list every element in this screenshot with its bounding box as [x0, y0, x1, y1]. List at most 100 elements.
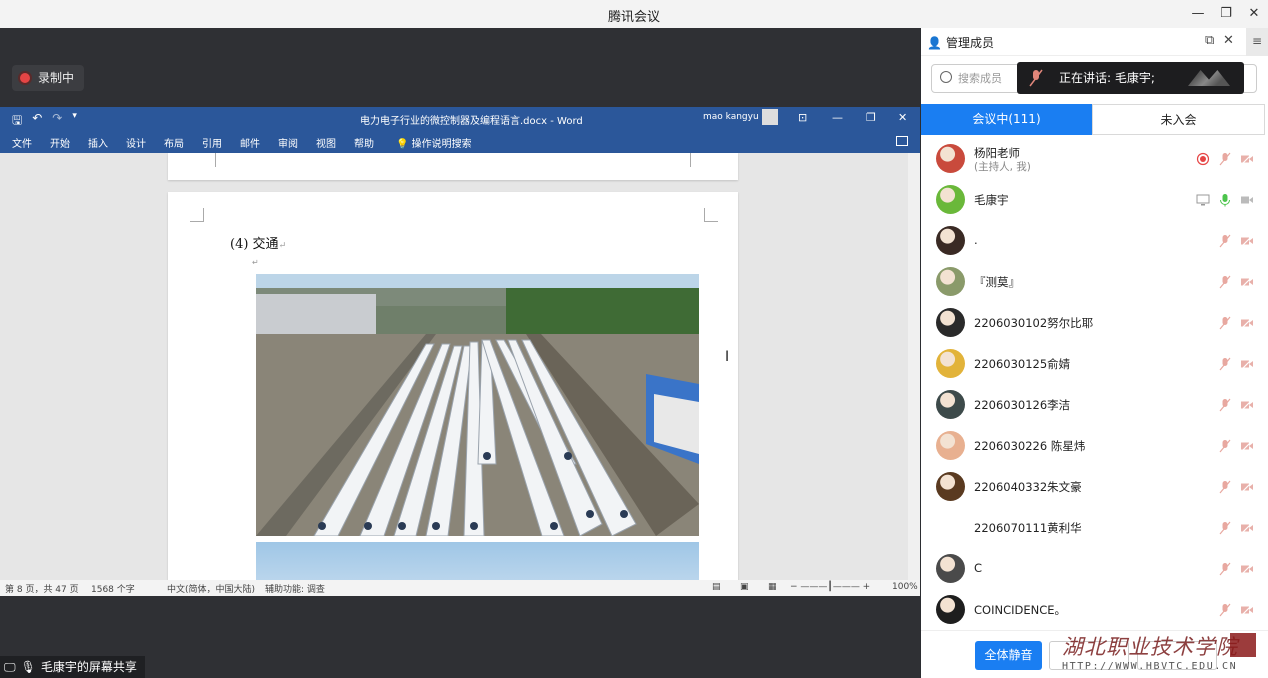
avatar: [936, 308, 965, 337]
camera-off-icon[interactable]: [1240, 480, 1254, 494]
panel-header: 👤 管理成员 ⧉ ✕ ≡: [921, 28, 1268, 56]
avatar: [936, 431, 965, 460]
word-close-icon[interactable]: ✕: [898, 111, 907, 124]
document-canvas[interactable]: (4) 交通↵ ↵ I: [0, 153, 908, 596]
avatar: [936, 267, 965, 296]
tell-me-search[interactable]: 💡 操作说明搜索: [396, 135, 472, 150]
camera-off-icon[interactable]: [1240, 439, 1254, 453]
tab-not-joined[interactable]: 未入会: [1092, 104, 1265, 135]
member-row[interactable]: 杨阳老师 (主持人, 我): [921, 138, 1268, 179]
restore-icon[interactable]: ❐: [1215, 3, 1237, 25]
member-name: 2206030102努尔比耶: [974, 316, 1094, 330]
tab-references[interactable]: 引用: [202, 135, 222, 150]
word-restore-icon[interactable]: ❐: [866, 111, 876, 124]
member-row[interactable]: 2206030102努尔比耶: [921, 302, 1268, 343]
mic-muted-icon[interactable]: [1218, 603, 1232, 617]
zoom-slider[interactable]: − ———┃——— +: [790, 582, 870, 592]
tab-file[interactable]: 文件: [12, 135, 32, 150]
member-name: 2206040332朱文豪: [974, 480, 1082, 494]
mic-muted-icon[interactable]: [1218, 152, 1232, 166]
recording-icon[interactable]: [1196, 152, 1210, 166]
tab-home[interactable]: 开始: [50, 135, 70, 150]
tab-help[interactable]: 帮助: [354, 135, 374, 150]
screen-share-icon[interactable]: [1196, 193, 1210, 207]
recording-indicator[interactable]: 录制中: [12, 65, 85, 91]
camera-icon[interactable]: [1240, 193, 1254, 207]
app-title-bar: 腾讯会议 — ❐ ✕: [0, 0, 1268, 28]
mic-muted-icon[interactable]: [1218, 480, 1232, 494]
word-status-bar: 第 8 页，共 47 页 1568 个字 中文(简体，中国大陆) 辅助功能: 调…: [0, 580, 920, 596]
search-icon: [940, 71, 952, 83]
user-avatar[interactable]: [762, 109, 778, 125]
tab-design[interactable]: 设计: [126, 135, 146, 150]
mic-muted-icon[interactable]: [1218, 521, 1232, 535]
mic-muted-icon[interactable]: [1218, 562, 1232, 576]
member-row[interactable]: C: [921, 548, 1268, 589]
mic-muted-icon[interactable]: [1218, 275, 1232, 289]
member-name: .: [974, 233, 978, 247]
mic-muted-icon[interactable]: [1218, 316, 1232, 330]
tab-view[interactable]: 视图: [316, 135, 336, 150]
panel-menu-icon[interactable]: ≡: [1246, 28, 1268, 56]
tab-review[interactable]: 审阅: [278, 135, 298, 150]
member-name: 2206030126李洁: [974, 398, 1071, 412]
member-row[interactable]: 2206030126李洁: [921, 384, 1268, 425]
tab-layout[interactable]: 布局: [164, 135, 184, 150]
redo-icon[interactable]: ↷: [52, 111, 62, 132]
member-row[interactable]: .: [921, 220, 1268, 261]
ribbon-tabs: 文件 开始 插入 设计 布局 引用 邮件 审阅 视图 帮助 💡 操作说明搜索: [12, 135, 472, 150]
word-minimize-icon[interactable]: —: [832, 111, 843, 124]
word-count[interactable]: 1568 个字: [91, 582, 135, 595]
save-icon[interactable]: 🖫: [12, 111, 22, 132]
member-row[interactable]: 2206070111黄利华: [921, 507, 1268, 548]
panel-title-text: 管理成员: [945, 36, 994, 50]
close-icon[interactable]: ✕: [1243, 3, 1265, 25]
railway-photo[interactable]: [256, 274, 699, 536]
camera-off-icon[interactable]: [1240, 234, 1254, 248]
customize-icon[interactable]: ▾: [72, 111, 77, 132]
vertical-scrollbar[interactable]: [908, 153, 920, 580]
mic-muted-icon[interactable]: [1218, 357, 1232, 371]
panel-close-icon[interactable]: ✕: [1223, 33, 1234, 48]
avatar: [936, 472, 965, 501]
ribbon-display-icon[interactable]: ⊡: [798, 111, 807, 124]
member-row[interactable]: 2206040332朱文豪: [921, 466, 1268, 507]
language-status[interactable]: 中文(简体，中国大陆): [167, 582, 255, 595]
member-row[interactable]: COINCIDENCE。: [921, 589, 1268, 630]
web-layout-icon[interactable]: ▦: [768, 582, 777, 592]
mic-active-icon[interactable]: [1218, 193, 1232, 207]
member-name: C: [974, 561, 983, 575]
print-layout-icon[interactable]: ▣: [740, 582, 749, 592]
mute-all-button[interactable]: 全体静音: [975, 641, 1042, 670]
camera-off-icon[interactable]: [1240, 357, 1254, 371]
mic-muted-icon[interactable]: [1218, 398, 1232, 412]
popout-icon[interactable]: ⧉: [1205, 33, 1214, 48]
page-count[interactable]: 第 8 页，共 47 页: [5, 582, 79, 595]
minimize-icon[interactable]: —: [1187, 3, 1209, 25]
member-row[interactable]: 毛康宇: [921, 179, 1268, 220]
member-row[interactable]: 2206030226 陈星炜: [921, 425, 1268, 466]
mic-muted-icon[interactable]: [1218, 439, 1232, 453]
camera-off-icon[interactable]: [1240, 316, 1254, 330]
tab-mailings[interactable]: 邮件: [240, 135, 260, 150]
camera-off-icon[interactable]: [1240, 521, 1254, 535]
member-row[interactable]: 2206030125俞婧: [921, 343, 1268, 384]
speaking-indicator: 正在讲话: 毛康宇;: [1017, 62, 1244, 94]
word-window: 🖫 ↶ ↷ ▾ 电力电子行业的微控制器及编程语言.docx - Word mao…: [0, 107, 920, 596]
tab-in-meeting[interactable]: 会议中(111): [921, 104, 1092, 135]
camera-off-icon[interactable]: [1240, 152, 1254, 166]
camera-off-icon[interactable]: [1240, 275, 1254, 289]
member-row[interactable]: 『测莫』: [921, 261, 1268, 302]
accessibility-status[interactable]: 辅助功能: 调查: [265, 582, 325, 595]
camera-off-icon[interactable]: [1240, 603, 1254, 617]
avatar: [936, 554, 965, 583]
read-mode-icon[interactable]: ▤: [712, 582, 721, 592]
camera-off-icon[interactable]: [1240, 562, 1254, 576]
tab-insert[interactable]: 插入: [88, 135, 108, 150]
undo-icon[interactable]: ↶: [32, 111, 42, 132]
comments-icon[interactable]: [896, 136, 908, 146]
mic-muted-icon[interactable]: [1218, 234, 1232, 248]
zoom-level[interactable]: 100%: [892, 582, 918, 592]
member-name: 2206070111黄利华: [974, 521, 1082, 535]
camera-off-icon[interactable]: [1240, 398, 1254, 412]
